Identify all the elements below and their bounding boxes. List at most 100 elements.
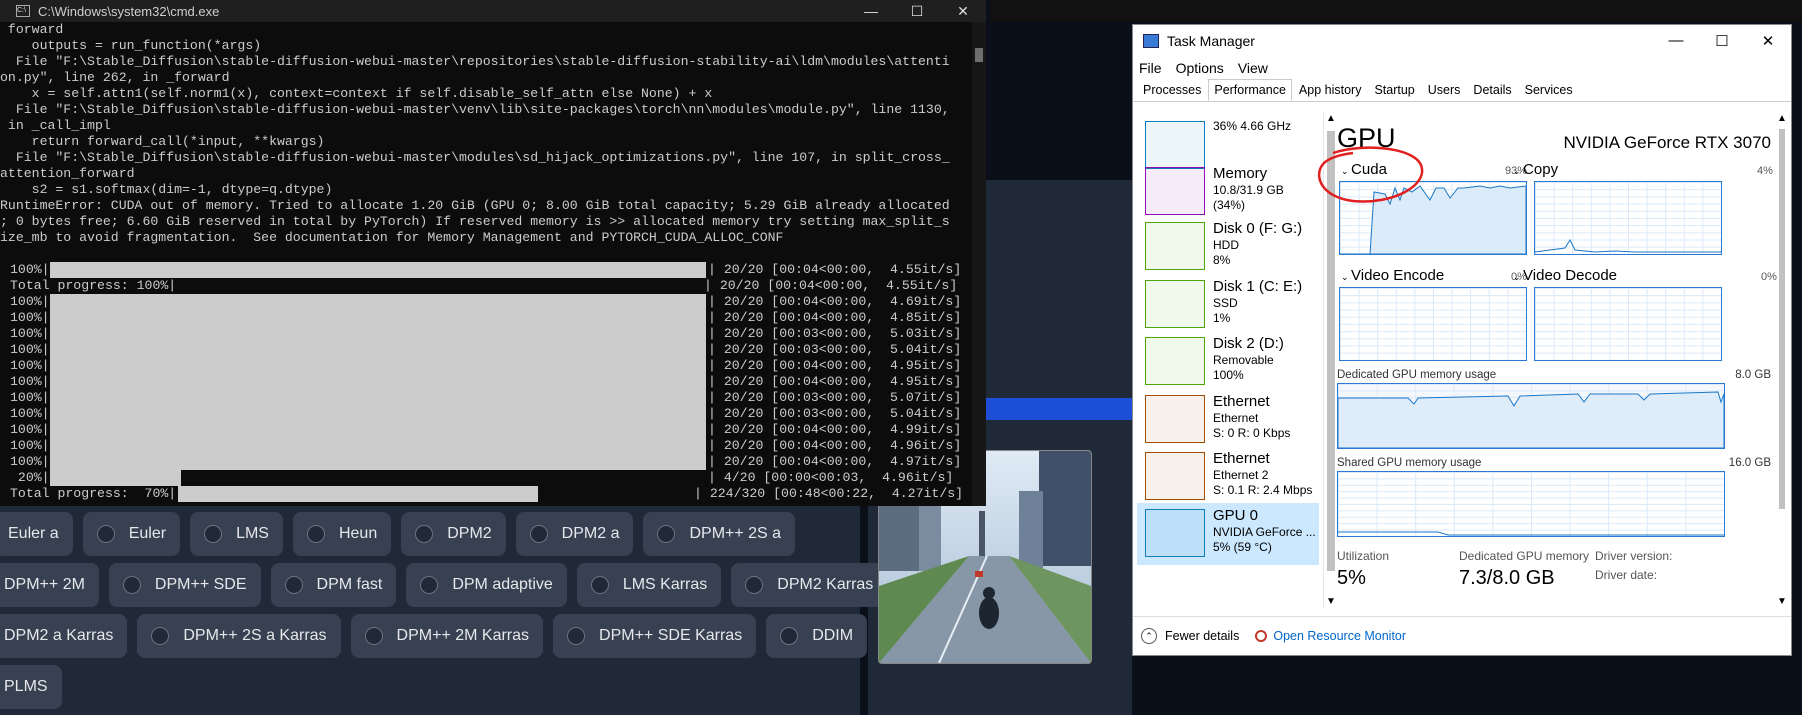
driver-date-label: Driver date: [1595, 568, 1658, 582]
tab-details[interactable]: Details [1467, 79, 1517, 101]
tm-title-text: Task Manager [1167, 33, 1255, 49]
sampler-option[interactable]: DPM2 a Karras [0, 614, 128, 658]
tm-minimize-button[interactable]: — [1653, 32, 1699, 50]
tm-menu-bar: File Options View [1133, 57, 1791, 79]
scroll-down-icon[interactable]: ▼ [1324, 596, 1338, 607]
sampler-option[interactable]: LMS [190, 512, 283, 556]
scroll-up-icon[interactable]: ▲ [1324, 113, 1338, 124]
tm-maximize-button[interactable]: ☐ [1699, 32, 1745, 50]
sampler-option[interactable]: DPM++ 2M Karras [350, 614, 544, 658]
resource-item[interactable]: Ethernet Ethernet 2 S: 0.1 R: 2.4 Mbps [1137, 446, 1319, 508]
sampler-option[interactable]: DPM2 Karras [731, 563, 888, 607]
cmd-scrollbar[interactable] [972, 22, 986, 506]
resource-item[interactable]: GPU 0 NVIDIA GeForce ... 5% (59 °C) [1137, 503, 1319, 565]
resource-item[interactable]: Disk 1 (C: E:) SSD 1% [1137, 274, 1319, 336]
chevron-up-icon[interactable]: ⌃ [1141, 628, 1157, 644]
progress-label: 100%| [10, 422, 50, 437]
sampler-option[interactable]: DPM++ SDE [108, 563, 261, 607]
radio-button[interactable] [96, 525, 115, 543]
cmd-output[interactable]: forward outputs = run_function(*args) Fi… [0, 22, 972, 506]
radio-button[interactable] [529, 525, 548, 543]
radio-button[interactable] [745, 576, 764, 594]
radio-button[interactable] [306, 525, 325, 543]
sampler-label: Euler [128, 525, 167, 542]
sampler-option[interactable]: DPM adaptive [406, 563, 567, 607]
sampler-label: Euler a [8, 525, 59, 542]
gpu-model: NVIDIA GeForce RTX 3070 [1563, 133, 1771, 152]
resource-item[interactable]: Ethernet Ethernet S: 0 R: 0 Kbps [1137, 389, 1319, 451]
cmd-titlebar[interactable]: C:\ C:\Windows\system32\cmd.exe — ☐ ✕ [0, 0, 986, 22]
engine-select-copy[interactable]: ⌄ Copy [1513, 161, 1558, 178]
sampler-option[interactable]: DPM++ 2S a [643, 512, 796, 556]
tab-processes[interactable]: Processes [1137, 79, 1207, 101]
resource-item[interactable]: Memory 10.8/31.9 GB (34%) [1137, 161, 1319, 223]
menu-item[interactable]: File [1139, 60, 1162, 76]
sampler-option[interactable]: DDIM [766, 614, 868, 658]
maximize-button[interactable]: ☐ [894, 3, 940, 20]
sampler-option[interactable]: Euler a [0, 512, 73, 556]
sampler-option[interactable]: DPM++ 2M [0, 563, 99, 607]
progress-bar-fill [50, 374, 706, 390]
tab-performance[interactable]: Performance [1208, 79, 1292, 101]
radio-button[interactable] [590, 576, 609, 594]
sampler-option[interactable]: DPM2 a [515, 512, 634, 556]
progress-bar-fill [50, 422, 706, 438]
tab-startup[interactable]: Startup [1368, 79, 1420, 101]
cmd-window[interactable]: C:\ C:\Windows\system32\cmd.exe — ☐ ✕ fo… [0, 0, 986, 506]
shared-memory-label: Shared GPU memory usage [1337, 457, 1482, 469]
radio-button[interactable] [284, 576, 303, 594]
sampler-option[interactable]: DPM++ 2S a Karras [137, 614, 341, 658]
radio-button[interactable] [122, 576, 141, 594]
task-manager-window[interactable]: Task Manager — ☐ ✕ File Options View Proce… [1132, 24, 1792, 656]
progress-row: 100%| | 20/20 [00:04<00:00, 4.85it/s] [0, 310, 972, 326]
gpu-detail-panel: GPU NVIDIA GeForce RTX 3070 ⌄ Cuda 93% ⌄… [1318, 113, 1777, 607]
sampler-option[interactable]: LMS Karras [576, 563, 722, 607]
radio-button[interactable] [567, 627, 586, 645]
radio-button[interactable] [364, 627, 383, 645]
engine-select-video-decode[interactable]: ⌄ Video Decode [1513, 267, 1617, 284]
radio-button[interactable] [415, 525, 434, 543]
progress-row: 100%| | 20/20 [00:04<00:00, 4.96it/s] [0, 438, 972, 454]
radio-button[interactable] [780, 627, 799, 645]
sampler-option[interactable]: DPM fast [270, 563, 397, 607]
radio-button[interactable] [204, 525, 223, 543]
resource-usage: 1% [1213, 311, 1231, 325]
radio-button[interactable] [151, 627, 170, 645]
sampler-option[interactable]: Euler [82, 512, 181, 556]
gpu-panel-scrollbar[interactable]: ▲ ▼ [1775, 113, 1789, 607]
radio-button[interactable] [657, 525, 676, 543]
tm-titlebar[interactable]: Task Manager — ☐ ✕ [1133, 25, 1791, 57]
resource-item[interactable]: Disk 0 (F: G:) HDD 8% [1137, 216, 1319, 278]
sampler-option[interactable]: Heun [292, 512, 392, 556]
close-button[interactable]: ✕ [940, 3, 986, 20]
menu-item[interactable]: View [1238, 60, 1268, 76]
sampler-label: DPM2 a Karras [4, 627, 114, 644]
sampler-label: DPM adaptive [452, 576, 553, 593]
resource-thumbnail-graph [1145, 509, 1205, 557]
driver-version-label: Driver version: [1595, 549, 1673, 563]
resource-detail: Ethernet [1213, 411, 1259, 425]
progress-label: 100%| [10, 262, 50, 277]
engine-select-video-encode[interactable]: ⌄ Video Encode [1341, 267, 1444, 284]
cmd-scroll-thumb[interactable] [975, 48, 983, 62]
scroll-up-icon[interactable]: ▲ [1775, 113, 1789, 124]
tab-users[interactable]: Users [1422, 79, 1467, 101]
sampler-label: DPM fast [316, 576, 383, 593]
gpu-scroll-thumb[interactable] [1779, 129, 1785, 509]
tm-close-button[interactable]: ✕ [1745, 32, 1791, 50]
radio-button[interactable] [420, 576, 439, 594]
fewer-details-button[interactable]: Fewer details [1165, 629, 1239, 643]
progress-label: 100%| [10, 326, 50, 341]
sampler-option[interactable]: DPM2 [401, 512, 506, 556]
tab-app-history[interactable]: App history [1293, 79, 1368, 101]
menu-item[interactable]: Options [1176, 60, 1224, 76]
tab-services[interactable]: Services [1519, 79, 1579, 101]
minimize-button[interactable]: — [848, 3, 894, 20]
shared-memory-max: 16.0 GB [1728, 457, 1771, 469]
sampler-option[interactable]: PLMS [0, 665, 62, 709]
open-resource-monitor-link[interactable]: Open Resource Monitor [1273, 629, 1406, 643]
resource-thumbnail-graph [1145, 395, 1205, 443]
sampler-option[interactable]: DPM++ SDE Karras [553, 614, 757, 658]
resource-item[interactable]: Disk 2 (D:) Removable 100% [1137, 331, 1319, 393]
scroll-down-icon[interactable]: ▼ [1775, 596, 1789, 607]
